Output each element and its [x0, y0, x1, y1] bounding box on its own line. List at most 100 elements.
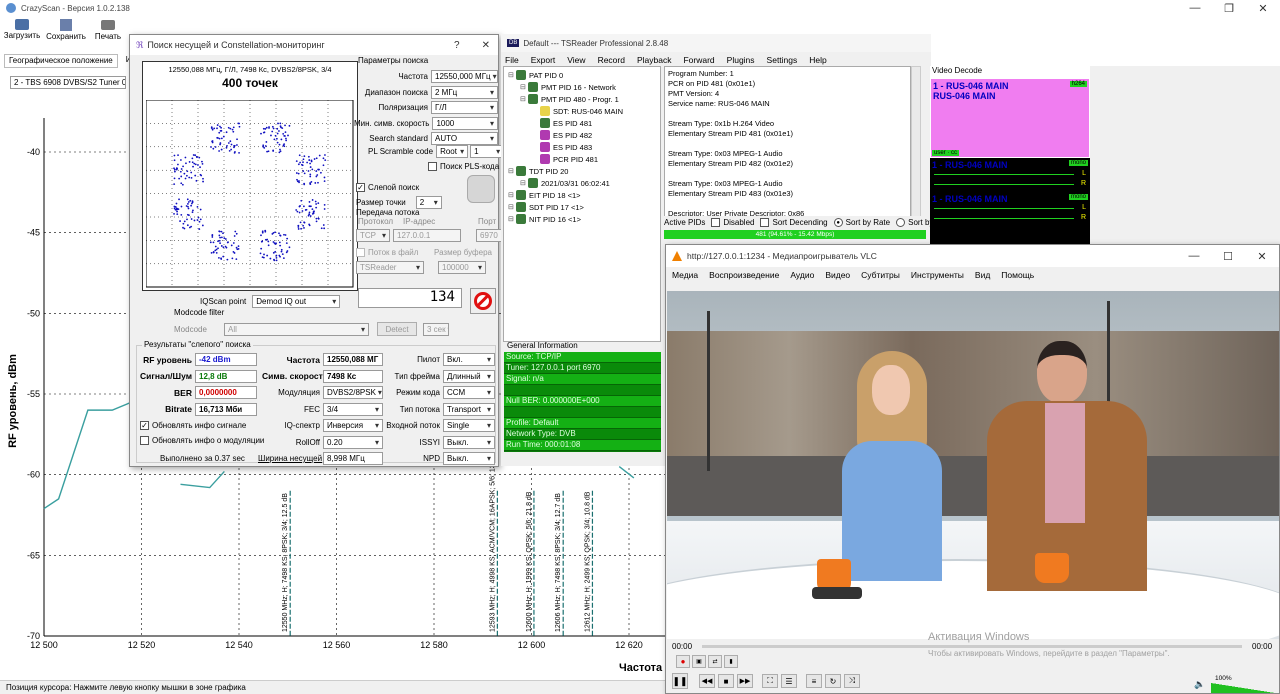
detect-button[interactable]: Detect — [377, 322, 417, 336]
prev-button[interactable]: ◀◀ — [699, 674, 715, 688]
result-field[interactable]: DVBS2/8PSK — [323, 386, 383, 399]
sort-desc-checkbox[interactable]: Sort Decending — [760, 218, 828, 227]
pl-scramble-value[interactable]: 1 — [470, 145, 505, 158]
result-field[interactable]: CCM — [443, 386, 495, 399]
play-pause-button[interactable]: ❚❚ — [672, 673, 688, 689]
tab-geo[interactable]: Географическое положение — [4, 54, 118, 68]
ts-menu-item[interactable]: Forward — [683, 55, 714, 65]
modcode-select[interactable]: All — [224, 322, 369, 336]
param-field[interactable]: Г/Л — [431, 101, 498, 114]
result-field[interactable]: Вкл. — [443, 353, 495, 366]
vlc-menu-item[interactable]: Субтитры — [861, 270, 900, 280]
tree-node[interactable]: ⊟ TDT PID 20 — [504, 165, 660, 177]
volume-icon[interactable]: 🔈 — [1194, 679, 1205, 690]
file-app-select[interactable]: TSReader — [356, 261, 424, 274]
sort-rate-radio[interactable]: ● Sort by Rate — [833, 218, 890, 227]
param-field[interactable]: AUTO — [431, 132, 498, 145]
loop-ab-button[interactable]: ⇄ — [708, 655, 722, 668]
ts-menu-item[interactable]: Playback — [637, 55, 672, 65]
ts-menu-item[interactable]: File — [505, 55, 519, 65]
result-field[interactable]: Инверсия — [323, 419, 383, 432]
record-button[interactable]: ● — [676, 655, 690, 668]
update-mod-checkbox[interactable]: Обновлять инфо о модуляции — [140, 436, 264, 445]
detect-time-select[interactable]: 3 сек — [423, 322, 449, 336]
expand-icon[interactable]: ⊟ — [508, 203, 516, 211]
iqscan-select[interactable]: Demod IQ out — [252, 295, 341, 308]
expand-icon[interactable]: ⊟ — [508, 71, 516, 79]
close-button[interactable]: ✕ — [1246, 2, 1280, 15]
dialog-close-button[interactable]: ✕ — [482, 40, 490, 51]
result-field[interactable]: Выкл. — [443, 452, 495, 465]
shuffle-button[interactable]: ⤨ — [844, 674, 860, 688]
result-field[interactable]: 12,8 dB — [195, 369, 257, 383]
next-button[interactable]: ▶▶ — [737, 674, 753, 688]
tree-node[interactable]: ⊟ EIT PID 18 <1> — [504, 189, 660, 201]
vlc-menu-item[interactable]: Видео — [825, 270, 850, 280]
vlc-close-button[interactable]: ✕ — [1245, 250, 1279, 263]
result-field[interactable]: 7498 Кс — [323, 369, 383, 383]
loop-button[interactable]: ↻ — [825, 674, 841, 688]
fullscreen-button[interactable]: ⛶ — [762, 674, 778, 688]
result-field[interactable]: 3/4 — [323, 402, 383, 416]
expand-icon[interactable]: ⊟ — [508, 215, 516, 223]
tree-node[interactable]: SDT: RUS-046 MAIN — [504, 105, 660, 117]
point-size-input[interactable]: 2 — [415, 196, 442, 209]
frame-step-button[interactable]: ▮ — [724, 655, 738, 668]
vlc-maximize-button[interactable]: ☐ — [1211, 250, 1245, 263]
result-field[interactable]: 16,713 Мби — [195, 402, 257, 416]
tree-node[interactable]: ES PID 483 — [504, 141, 660, 153]
load-button[interactable]: Загрузить — [0, 18, 44, 48]
stop-playback-button[interactable]: ■ — [718, 674, 734, 688]
snapshot-button[interactable]: ▣ — [692, 655, 706, 668]
tree-node[interactable]: ⊟ 2021/03/31 06:02:41 — [504, 177, 660, 189]
maximize-button[interactable]: ❐ — [1212, 2, 1246, 15]
ts-menu-item[interactable]: Export — [531, 55, 556, 65]
expand-icon[interactable]: ⊟ — [520, 179, 528, 187]
buffer-input[interactable]: 100000 — [438, 261, 486, 274]
ts-menu-item[interactable]: View — [567, 55, 585, 65]
vlc-video[interactable] — [667, 291, 1279, 639]
ts-menu-item[interactable]: Help — [809, 55, 826, 65]
param-field[interactable]: 2 МГц — [431, 85, 498, 99]
tree-node[interactable]: ⊟ PAT PID 0 — [504, 69, 660, 81]
pid-tree[interactable]: ⊟ PAT PID 0 ⊟ PMT PID 16 - Network ⊟ PMT PID … — [503, 66, 661, 342]
tree-node[interactable]: ⊟ PMT PID 480 - Progr. 1 — [504, 93, 660, 105]
vlc-minimize-button[interactable]: — — [1177, 250, 1211, 263]
proto-select[interactable]: TCP — [356, 229, 390, 242]
vlc-menu-item[interactable]: Аудио — [790, 270, 814, 280]
result-field[interactable]: -42 dBm — [195, 353, 257, 366]
tree-node[interactable]: ⊟ NIT PID 16 <1> — [504, 213, 660, 225]
result-field[interactable]: Transport — [443, 402, 495, 416]
stop-button[interactable] — [470, 288, 496, 314]
tree-node[interactable]: ⊟ PMT PID 16 - Network — [504, 81, 660, 93]
param-field[interactable]: 1000 — [432, 116, 498, 130]
expand-icon[interactable]: ⊟ — [508, 167, 516, 175]
help-button[interactable]: ? — [454, 40, 460, 51]
expand-icon[interactable]: ⊟ — [520, 83, 528, 91]
pl-scramble-mode[interactable]: Root — [436, 145, 469, 158]
print-button[interactable]: Печать — [88, 18, 128, 48]
result-field[interactable]: Single — [443, 419, 495, 432]
result-field[interactable]: 8,998 МГц — [323, 452, 383, 465]
result-field[interactable]: 12550,088 МГ — [323, 353, 383, 366]
tree-node[interactable]: ⊟ SDT PID 17 <1> — [504, 201, 660, 213]
ts-menu-item[interactable]: Record — [598, 55, 625, 65]
vlc-menu-item[interactable]: Вид — [975, 270, 990, 280]
ts-menu-item[interactable]: Settings — [767, 55, 798, 65]
tuner-select[interactable]: 2 - TBS 6908 DVBS/S2 Tuner 0 — [10, 76, 126, 89]
vlc-menu-item[interactable]: Инструменты — [911, 270, 964, 280]
result-field[interactable]: Выкл. — [443, 435, 495, 449]
satellite-dish-icon[interactable] — [467, 175, 495, 203]
vlc-menu-item[interactable]: Помощь — [1001, 270, 1034, 280]
playlist-button[interactable]: ≡ — [806, 674, 822, 688]
vlc-menu-item[interactable]: Воспроизведение — [709, 270, 779, 280]
pls-search-checkbox[interactable]: Поиск PLS-кода — [428, 162, 499, 171]
disabled-checkbox[interactable]: Disabled — [711, 218, 754, 227]
expand-icon[interactable]: ⊟ — [508, 191, 516, 199]
result-field[interactable]: 0,0000000 — [195, 386, 257, 399]
result-field[interactable]: Длинный — [443, 369, 495, 383]
vlc-menu-item[interactable]: Медиа — [672, 270, 698, 280]
extended-settings-button[interactable]: ☰ — [781, 674, 797, 688]
minimize-button[interactable]: — — [1178, 2, 1212, 15]
expand-icon[interactable]: ⊟ — [520, 95, 528, 103]
